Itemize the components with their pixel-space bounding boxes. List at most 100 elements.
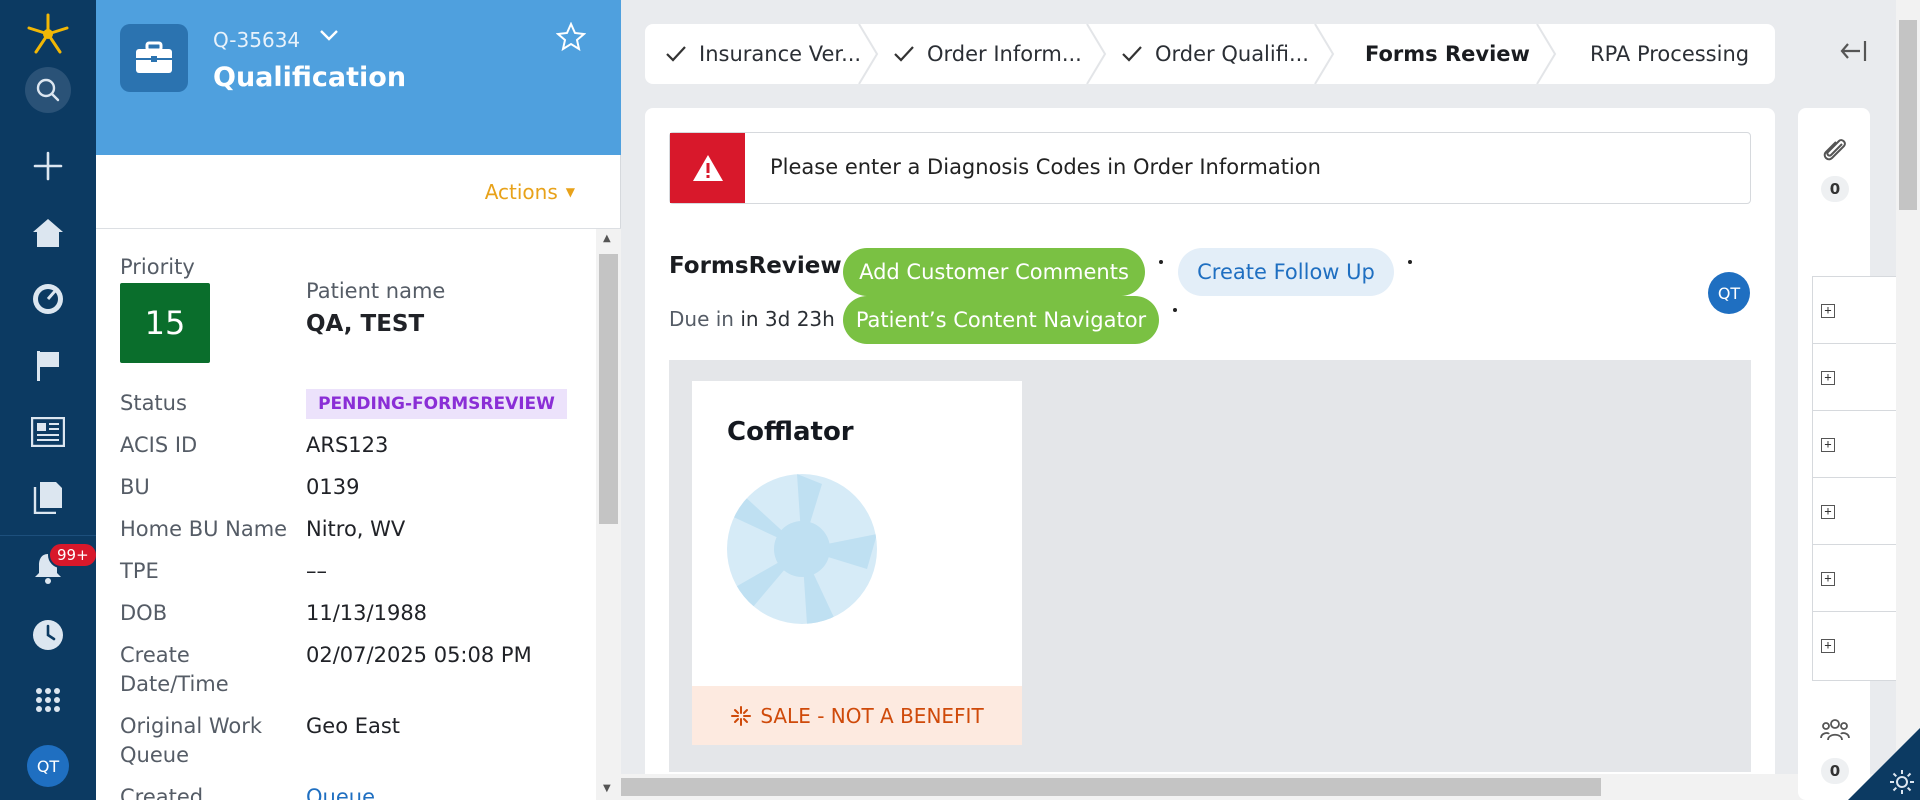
separator-dot [1173, 308, 1177, 312]
field-label: Create [120, 643, 190, 667]
product-image [727, 474, 877, 624]
due-label: Due in [669, 307, 734, 331]
check-icon [894, 46, 914, 62]
scroll-up-icon[interactable]: ▲ [603, 233, 611, 244]
field-value: Geo East [306, 714, 401, 738]
patients-content-navigator-button[interactable]: Patient’s Content Navigator [843, 296, 1159, 344]
horizontal-scrollbar[interactable] [621, 774, 1901, 800]
chevron-down-icon[interactable] [318, 24, 340, 50]
plus-icon[interactable] [0, 140, 96, 192]
paperclip-icon[interactable] [1820, 134, 1850, 170]
field-label: Queue [120, 743, 189, 767]
scrollbar-thumb[interactable] [599, 254, 618, 524]
news-icon[interactable] [0, 406, 96, 458]
expand-row[interactable]: + [1813, 277, 1897, 344]
stage-rpa-processing[interactable]: RPA Processing [1590, 24, 1749, 84]
field-value: 11/13/1988 [306, 601, 428, 625]
field-value: –– [306, 559, 327, 583]
home-icon[interactable] [0, 207, 96, 259]
case-header: Q-35634 Qualification [96, 0, 621, 155]
field-label: Original Work [120, 714, 263, 738]
page-scrollbar[interactable] [1896, 0, 1920, 800]
product-card[interactable]: Cofflator SALE - NOT A BENEFIT [692, 381, 1022, 745]
plus-square-icon: + [1821, 304, 1835, 318]
field-label: DOB [120, 601, 168, 625]
expand-list: + + + + + + [1812, 276, 1897, 681]
caret-down-icon: ▼ [565, 185, 575, 199]
flag-icon[interactable] [0, 340, 96, 392]
patient-name-value: QA, TEST [306, 311, 425, 337]
expand-row[interactable]: + [1813, 344, 1897, 411]
collapse-panel-icon[interactable] [1840, 38, 1868, 68]
search-icon[interactable] [0, 64, 96, 116]
field-label: Created [120, 785, 204, 800]
product-tag: SALE - NOT A BENEFIT [692, 686, 1022, 745]
case-details: Priority 15 Patient name QA, TEST Status… [96, 229, 596, 800]
actions-label: Actions [484, 180, 558, 204]
history-icon[interactable] [0, 609, 96, 661]
alert-message: Please enter a Diagnosis Codes in Order … [770, 155, 1321, 179]
followers-count: 0 [1821, 758, 1849, 784]
stage-separator [858, 24, 879, 84]
warning-icon [670, 133, 745, 203]
product-name: Cofflator [727, 417, 854, 447]
priority-value: 15 [120, 283, 210, 363]
separator-dot [1159, 260, 1163, 264]
notifications-badge: 99+ [48, 542, 98, 568]
plus-square-icon: + [1821, 639, 1835, 653]
documents-icon[interactable] [0, 471, 96, 523]
stage-insurance-verification[interactable]: Insurance Ver... [665, 24, 861, 84]
created-queue-link[interactable]: Queue [306, 783, 375, 800]
add-customer-comments-button[interactable]: Add Customer Comments [843, 248, 1145, 296]
priority-label: Priority [120, 255, 195, 279]
expand-row[interactable]: + [1813, 411, 1897, 478]
stage-separator [1314, 24, 1335, 84]
field-value: Nitro, WV [306, 517, 406, 541]
field-label: BU [120, 475, 150, 499]
validation-alert: Please enter a Diagnosis Codes in Order … [669, 132, 1751, 204]
assignee-avatar[interactable]: QT [1708, 272, 1750, 314]
logo-icon[interactable] [0, 4, 96, 64]
scroll-down-icon[interactable]: ▼ [603, 783, 611, 794]
due-info: Due in in 3d 23h [669, 307, 835, 331]
field-label: Status [120, 391, 187, 415]
stage-separator [1536, 24, 1557, 84]
expand-row[interactable]: + [1813, 612, 1897, 679]
case-title: Qualification [213, 62, 407, 93]
expand-row[interactable]: + [1813, 478, 1897, 545]
star-icon[interactable] [555, 21, 587, 56]
scrollbar-thumb[interactable] [1899, 20, 1917, 210]
stage-progress-bar: Insurance Ver... Order Inform... Order Q… [645, 24, 1775, 84]
actions-menu-button[interactable]: Actions ▼ [485, 180, 575, 204]
field-label: Home BU Name [120, 517, 288, 541]
field-label: TPE [120, 559, 159, 583]
stage-order-qualification[interactable]: Order Qualifi... [1121, 24, 1309, 84]
check-icon [666, 46, 686, 62]
create-follow-up-button[interactable]: Create Follow Up [1178, 248, 1394, 296]
details-scrollbar[interactable]: ▲ ▼ [596, 229, 621, 800]
product-tag-label: SALE - NOT A BENEFIT [760, 703, 984, 728]
dashboard-icon[interactable] [0, 273, 96, 325]
case-id: Q-35634 [213, 28, 301, 52]
stage-order-information[interactable]: Order Inform... [893, 24, 1082, 84]
plus-square-icon: + [1821, 371, 1835, 385]
stage-separator [1086, 24, 1107, 84]
apps-grid-icon[interactable] [0, 674, 96, 726]
settings-gear-icon[interactable] [1848, 728, 1920, 800]
stage-forms-review[interactable]: Forms Review [1365, 24, 1530, 84]
product-area: Cofflator SALE - NOT A BENEFIT [669, 360, 1751, 772]
forms-review-title: FormsReview [669, 253, 842, 279]
field-label: Date/Time [120, 672, 229, 696]
user-avatar[interactable]: QT [27, 745, 69, 787]
separator-dot [1408, 260, 1412, 264]
plus-square-icon: + [1821, 572, 1835, 586]
asterisk-icon [731, 705, 752, 726]
expand-row[interactable]: + [1813, 545, 1897, 612]
case-summary-panel: Q-35634 Qualification Actions ▼ Priority … [96, 0, 621, 800]
scrollbar-thumb[interactable] [621, 778, 1601, 796]
due-value: in 3d 23h [740, 307, 835, 331]
left-nav-rail: 99+ QT [0, 0, 98, 800]
stage-label: Insurance Ver... [699, 42, 862, 66]
patient-name-label: Patient name [306, 279, 446, 303]
followers-icon[interactable] [1820, 716, 1850, 748]
